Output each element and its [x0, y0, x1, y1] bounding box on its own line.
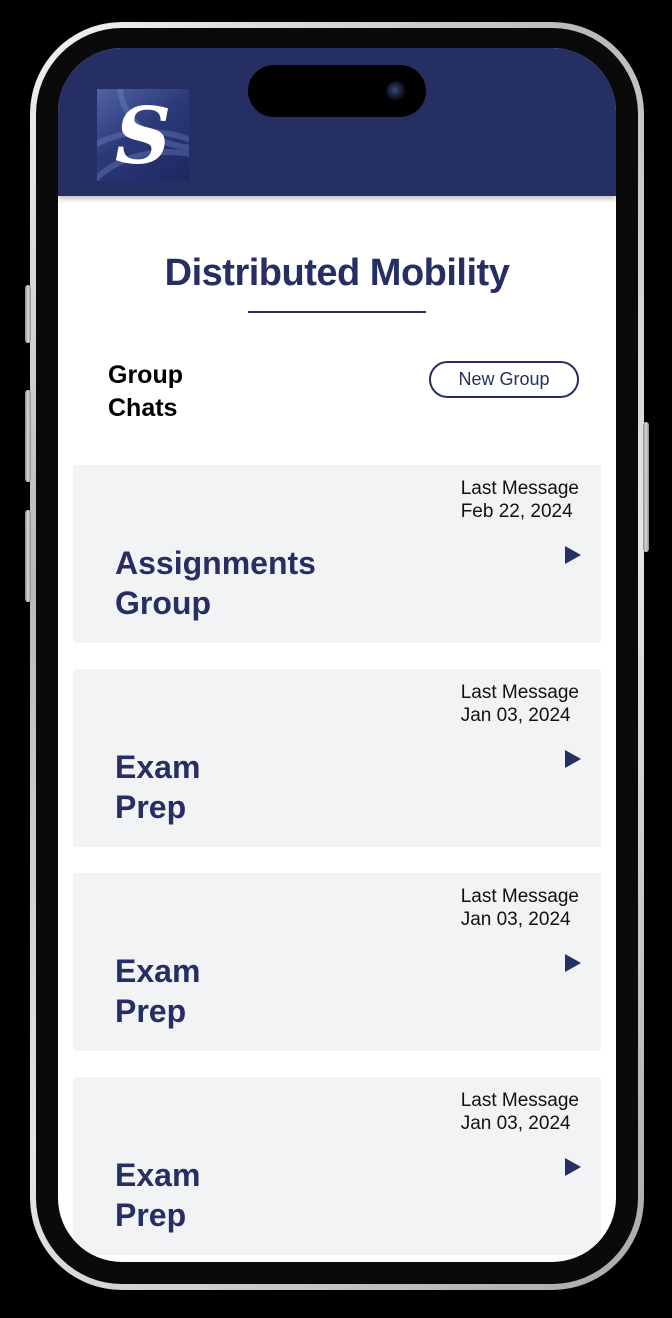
power-button	[643, 422, 649, 552]
volume-up-button	[25, 390, 31, 482]
play-arrow-icon[interactable]	[565, 750, 581, 768]
new-group-button[interactable]: New Group	[429, 361, 579, 398]
app-screen: S Distributed Mobility Group Chats New G…	[58, 48, 616, 1262]
title-underline	[248, 311, 426, 313]
group-name: Exam Prep	[115, 953, 201, 1029]
page-title: Distributed Mobility	[164, 252, 510, 294]
play-arrow-icon[interactable]	[565, 1158, 581, 1176]
last-message-date: Jan 03, 2024	[460, 909, 571, 930]
action-button	[25, 285, 31, 343]
last-message-date: Jan 03, 2024	[460, 705, 571, 726]
last-message-label: Last Message	[460, 478, 579, 499]
last-message-label: Last Message	[460, 886, 579, 907]
play-arrow-icon[interactable]	[565, 954, 581, 972]
dynamic-island	[248, 65, 426, 117]
app-logo[interactable]: S	[97, 89, 189, 181]
last-message-label: Last Message	[460, 1090, 579, 1111]
group-chats-heading: Group Chats	[108, 361, 183, 422]
last-message-info: Last Message Jan 03, 2024	[461, 885, 579, 931]
group-chat-card[interactable]: Last Message Jan 03, 2024 Exam Prep	[73, 873, 601, 1051]
group-chat-card[interactable]: Last Message Feb 22, 2024 Assignments Gr…	[73, 465, 601, 643]
last-message-info: Last Message Jan 03, 2024	[461, 1089, 579, 1135]
last-message-info: Last Message Feb 22, 2024	[461, 477, 579, 523]
group-name: Exam Prep	[115, 1157, 201, 1233]
logo-letter: S	[114, 91, 172, 181]
front-camera	[386, 81, 406, 101]
group-chat-card[interactable]: Last Message Jan 03, 2024 Exam Prep	[73, 669, 601, 847]
last-message-info: Last Message Jan 03, 2024	[461, 681, 579, 727]
last-message-label: Last Message	[460, 682, 579, 703]
play-arrow-icon[interactable]	[565, 546, 581, 564]
volume-down-button	[25, 510, 31, 602]
group-name: Exam Prep	[115, 749, 201, 825]
last-message-date: Feb 22, 2024	[460, 501, 573, 522]
last-message-date: Jan 03, 2024	[460, 1113, 571, 1134]
group-name: Assignments Group	[115, 545, 316, 621]
group-chat-card[interactable]: Last Message Jan 03, 2024 Exam Prep	[73, 1077, 601, 1255]
